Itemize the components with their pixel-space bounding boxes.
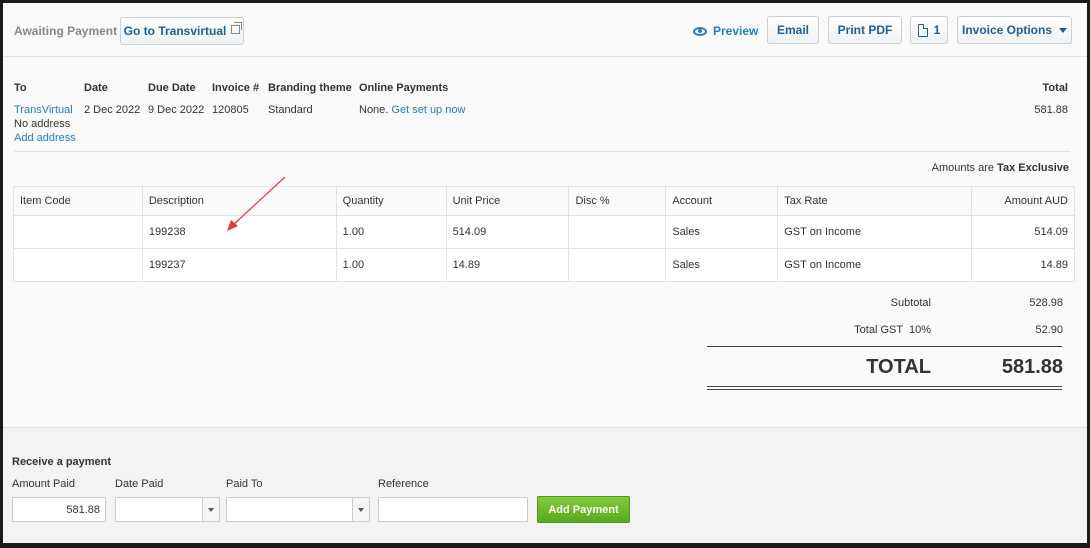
cell-unit-price[interactable]: 14.89 xyxy=(445,248,570,282)
cell-account[interactable]: Sales xyxy=(665,248,779,282)
add-payment-label: Add Payment xyxy=(548,503,619,516)
cell-tax-rate[interactable]: GST on Income xyxy=(777,248,973,282)
total-gst-value: 52.90 xyxy=(1035,324,1063,336)
document-copy-icon xyxy=(917,23,928,37)
chevron-down-icon xyxy=(208,507,214,512)
reference-input[interactable] xyxy=(378,497,528,522)
invoice-number-label: Invoice # xyxy=(212,82,260,94)
online-payments-label: Online Payments xyxy=(359,82,449,94)
cell-unit-price[interactable]: 514.09 xyxy=(445,215,570,249)
status-label: Awaiting Payment xyxy=(14,24,118,38)
column-header: Disc % xyxy=(568,186,667,216)
online-payments-none: None. xyxy=(359,104,389,116)
column-header: Item Code xyxy=(13,186,143,216)
invoice-number: 120805 xyxy=(212,104,249,116)
add-address-link[interactable]: Add address xyxy=(14,132,76,144)
invoice-frame: Awaiting Payment Go to Transvirtual Prev… xyxy=(3,3,1087,543)
add-payment-button[interactable]: Add Payment xyxy=(537,496,630,523)
invoice-options-button[interactable]: Invoice Options xyxy=(957,16,1072,44)
email-button[interactable]: Email xyxy=(767,16,819,44)
print-pdf-button[interactable]: Print PDF xyxy=(828,16,902,44)
to-label: To xyxy=(14,82,27,94)
invoice-date: 2 Dec 2022 xyxy=(84,104,141,116)
amount-paid-label: Amount Paid xyxy=(12,478,75,490)
paid-to-dropdown[interactable] xyxy=(352,498,369,521)
column-header: Tax Rate xyxy=(777,186,973,216)
column-header: Unit Price xyxy=(445,186,570,216)
cell-quantity[interactable]: 1.00 xyxy=(335,248,447,282)
cell-amount: 14.89 xyxy=(971,248,1075,282)
copies-count: 1 xyxy=(933,23,941,37)
online-payments-value: None. Get set up now xyxy=(359,104,465,116)
amount-paid-input[interactable]: 581.88 xyxy=(12,497,106,522)
contact-link[interactable]: TransVirtual xyxy=(14,104,73,116)
header-divider xyxy=(14,151,1070,152)
header-total: 581.88 xyxy=(1034,104,1068,116)
branding-theme-value: Standard xyxy=(268,104,313,116)
date-paid-label: Date Paid xyxy=(115,478,164,490)
preview-label: Preview xyxy=(713,24,759,38)
eye-icon xyxy=(693,26,707,36)
cell-amount: 514.09 xyxy=(971,215,1075,249)
subtotal-value: 528.98 xyxy=(1029,297,1063,309)
date-picker-dropdown[interactable] xyxy=(202,498,219,521)
cell-tax-rate[interactable]: GST on Income xyxy=(777,215,973,249)
table-row[interactable]: 199238 1.00 514.09 Sales GST on Income 5… xyxy=(13,215,1075,249)
chevron-down-icon xyxy=(1059,27,1067,33)
table-header-row: Item Code Description Quantity Unit Pric… xyxy=(13,186,1075,216)
cell-item-code[interactable] xyxy=(13,248,143,282)
get-set-up-link[interactable]: Get set up now xyxy=(391,104,465,116)
reference-label: Reference xyxy=(378,478,429,490)
date-label: Date xyxy=(84,82,108,94)
column-header: Amount AUD xyxy=(971,186,1075,216)
column-header: Quantity xyxy=(335,186,447,216)
receive-payment-panel: Receive a payment Amount Paid Date Paid … xyxy=(3,427,1087,543)
chevron-down-icon xyxy=(358,507,364,512)
invoice-options-label: Invoice Options xyxy=(961,23,1052,37)
cell-quantity[interactable]: 1.00 xyxy=(335,215,447,249)
cell-discount[interactable] xyxy=(568,215,667,249)
go-to-transvirtual-label: Go to Transvirtual xyxy=(123,24,227,38)
copies-button[interactable]: 1 xyxy=(910,16,948,44)
receive-payment-title: Receive a payment xyxy=(12,456,112,468)
total-underline-2 xyxy=(707,389,1062,390)
print-pdf-label: Print PDF xyxy=(837,23,893,37)
paid-to-select[interactable] xyxy=(226,497,370,522)
invoice-toolbar: Awaiting Payment Go to Transvirtual Prev… xyxy=(3,3,1087,57)
total-underline-1 xyxy=(707,386,1062,387)
total-header-label: Total xyxy=(1042,82,1068,94)
cell-item-code[interactable] xyxy=(13,215,143,249)
email-label: Email xyxy=(776,23,809,37)
grand-total-label: TOTAL xyxy=(866,356,931,378)
external-link-icon xyxy=(231,21,243,34)
date-paid-input[interactable] xyxy=(115,497,220,522)
invoice-due-date: 9 Dec 2022 xyxy=(148,104,205,116)
preview-link[interactable]: Preview xyxy=(693,24,758,38)
amounts-are-prefix: Amounts are xyxy=(931,162,994,174)
table-row[interactable]: 199237 1.00 14.89 Sales GST on Income 14… xyxy=(13,248,1075,282)
branding-theme-label: Branding theme xyxy=(268,82,352,94)
due-date-label: Due Date xyxy=(148,82,196,94)
annotation-arrow xyxy=(227,176,286,231)
cell-discount[interactable] xyxy=(568,248,667,282)
line-items-table: Item Code Description Quantity Unit Pric… xyxy=(13,186,1075,282)
amounts-are-text: Amounts are Tax Exclusive xyxy=(932,162,1069,174)
grand-total-value: 581.88 xyxy=(1001,356,1063,378)
go-to-transvirtual-button[interactable]: Go to Transvirtual xyxy=(120,17,244,45)
totals-divider xyxy=(707,346,1062,347)
amounts-are-value: Tax Exclusive xyxy=(997,162,1069,174)
column-header: Account xyxy=(665,186,779,216)
no-address-text: No address xyxy=(14,118,71,130)
total-gst-label: Total GST 10% xyxy=(854,324,931,336)
paid-to-label: Paid To xyxy=(226,478,263,490)
subtotal-label: Subtotal xyxy=(890,297,931,309)
cell-account[interactable]: Sales xyxy=(665,215,779,249)
cell-description[interactable]: 199237 xyxy=(141,248,337,282)
